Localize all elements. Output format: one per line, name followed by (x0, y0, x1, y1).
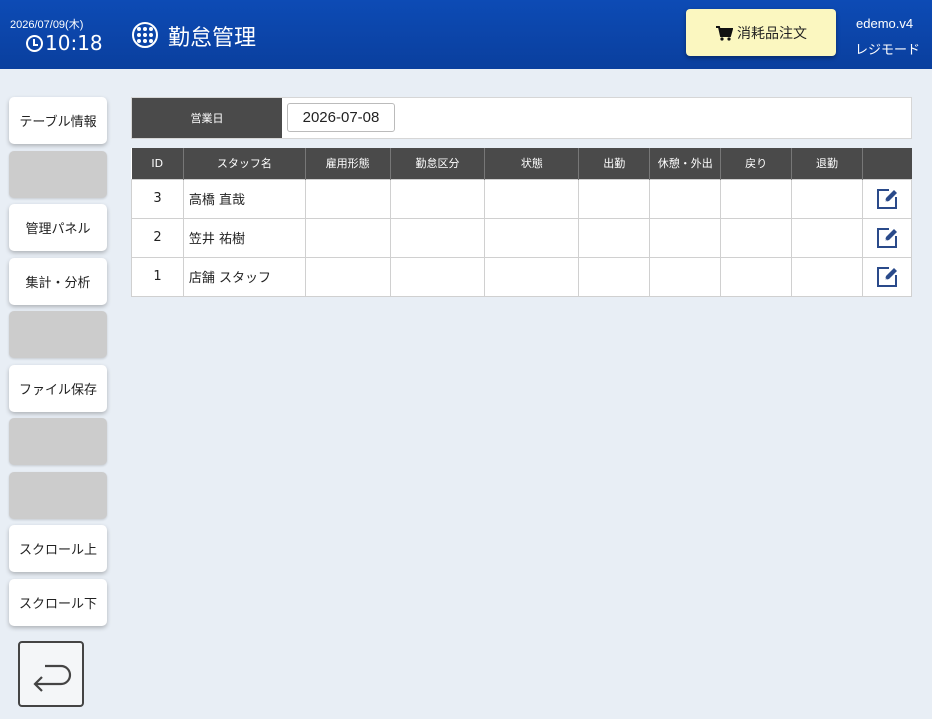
col-header-staff-name: スタッフ名 (183, 148, 306, 179)
col-header-break: 休憩・外出 (649, 148, 722, 179)
header-clock: 10:18 (26, 31, 103, 55)
version-label: edemo.v4 (856, 16, 914, 31)
cell-edit (861, 178, 913, 219)
cart-icon (716, 25, 733, 41)
business-day-label: 営業日 (132, 98, 282, 138)
cell-staff-name: 笠井 祐樹 (182, 217, 306, 258)
cell-return (720, 256, 793, 297)
col-header-employment-type: 雇用形態 (305, 148, 391, 179)
app-header: 2026/07/09(木) 10:18 勤怠管理 消耗品注文 edemo.v4 … (0, 0, 932, 69)
cell-clock-out (791, 256, 863, 297)
col-header-status: 状態 (484, 148, 580, 179)
page-title: 勤怠管理 (168, 26, 257, 51)
header-date: 2026/07/09(木) (10, 19, 84, 31)
cell-employment-type (304, 217, 391, 258)
cell-id: 3 (131, 178, 184, 219)
cell-return (720, 178, 793, 219)
col-header-id: ID (131, 148, 184, 179)
cell-clock-in (578, 217, 651, 258)
order-supplies-button[interactable]: 消耗品注文 (686, 9, 836, 56)
header-time: 10:18 (45, 31, 103, 55)
cell-clock-in (578, 256, 651, 297)
cell-break (649, 178, 722, 219)
cell-status (484, 217, 580, 258)
business-day-bar: 営業日 2026-07-08 (131, 97, 912, 139)
business-day-input[interactable]: 2026-07-08 (287, 103, 395, 132)
return-arrow-icon (33, 664, 72, 692)
cell-employment-type (304, 256, 391, 297)
col-header-clock-out: 退勤 (791, 148, 863, 179)
sidebar-table-info-button[interactable]: テーブル情報 (9, 97, 107, 144)
col-header-return: 戻り (720, 148, 793, 179)
cell-return (720, 217, 793, 258)
sidebar-blank-button (9, 311, 107, 358)
sidebar-analytics-button[interactable]: 集計・分析 (9, 258, 107, 305)
cell-attendance-category (389, 217, 486, 258)
back-button[interactable] (18, 641, 84, 707)
col-header-clock-in: 出勤 (578, 148, 651, 179)
edit-icon[interactable] (875, 226, 899, 250)
mode-label: レジモード (855, 43, 921, 58)
edit-icon[interactable] (875, 265, 899, 289)
cell-break (649, 256, 722, 297)
cell-clock-out (791, 217, 863, 258)
col-header-actions (862, 148, 912, 179)
table-row: 2 笠井 祐樹 (131, 217, 913, 258)
sidebar-blank-button (9, 418, 107, 465)
sidebar-file-save-button[interactable]: ファイル保存 (9, 365, 107, 412)
clock-icon (26, 35, 43, 52)
scroll-up-button[interactable]: スクロール上 (9, 525, 107, 572)
scroll-down-button[interactable]: スクロール下 (9, 579, 107, 626)
sidebar-blank-button (9, 472, 107, 519)
attendance-table: ID スタッフ名 雇用形態 勤怠区分 状態 出勤 休憩・外出 戻り 退勤 3 高… (131, 148, 913, 297)
sidebar-blank-button (9, 151, 107, 198)
cell-break (649, 217, 722, 258)
order-supplies-label: 消耗品注文 (737, 25, 807, 42)
cell-status (484, 178, 580, 219)
sidebar-admin-panel-button[interactable]: 管理パネル (9, 204, 107, 251)
cell-id: 2 (131, 217, 184, 258)
cell-edit (861, 217, 913, 258)
cell-clock-out (791, 178, 863, 219)
cell-attendance-category (389, 256, 486, 297)
cell-staff-name: 高橋 直哉 (182, 178, 306, 219)
table-row: 3 高橋 直哉 (131, 178, 913, 219)
cell-id: 1 (131, 256, 184, 297)
cell-attendance-category (389, 178, 486, 219)
edit-icon[interactable] (875, 187, 899, 211)
cell-clock-in (578, 178, 651, 219)
cell-status (484, 256, 580, 297)
cell-staff-name: 店舗 スタッフ (182, 256, 306, 297)
col-header-attendance-category: 勤怠区分 (390, 148, 486, 179)
table-header-row: ID スタッフ名 雇用形態 勤怠区分 状態 出勤 休憩・外出 戻り 退勤 (131, 148, 912, 179)
keypad-icon[interactable] (132, 22, 158, 48)
cell-employment-type (304, 178, 391, 219)
table-row: 1 店舗 スタッフ (131, 256, 913, 297)
cell-edit (861, 256, 913, 297)
